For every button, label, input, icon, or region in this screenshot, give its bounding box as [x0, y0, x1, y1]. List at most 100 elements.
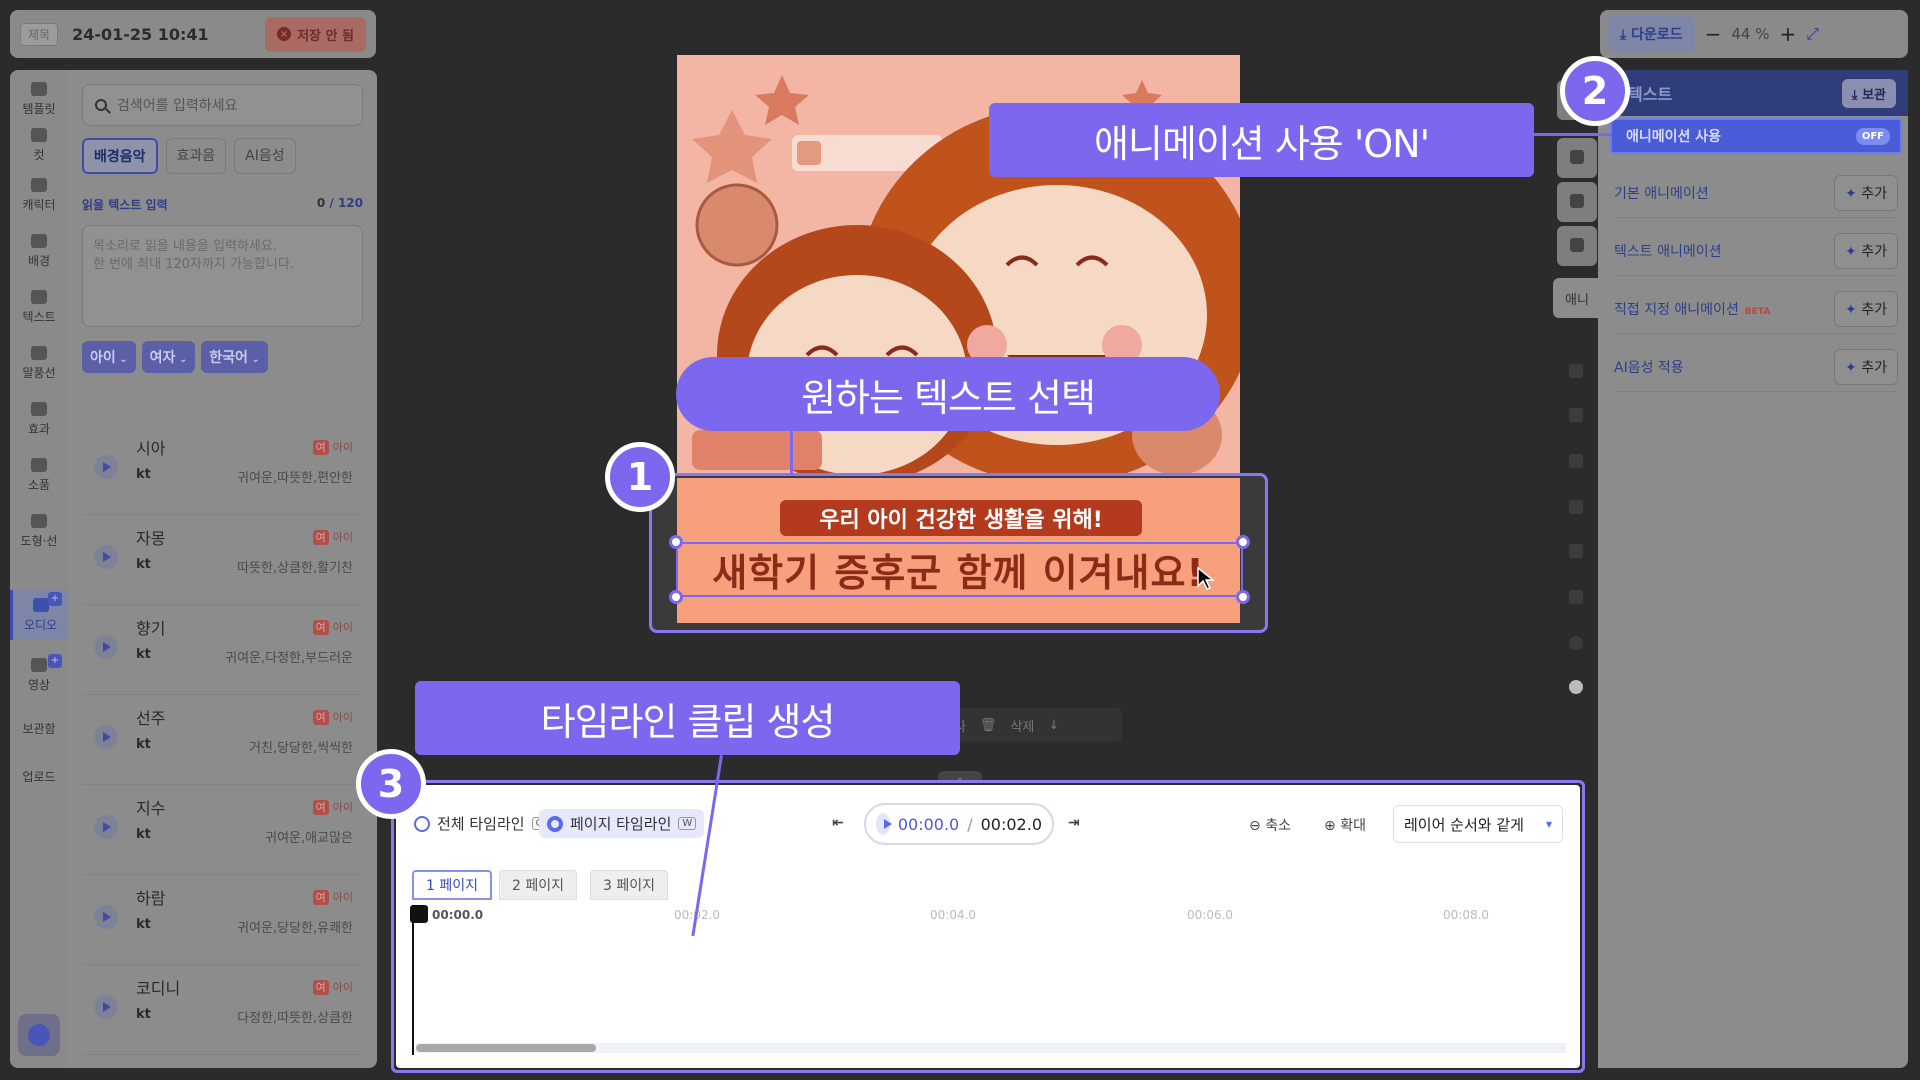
fullscreen-icon[interactable]: ⤢	[1806, 24, 1819, 44]
play-icon[interactable]	[94, 995, 118, 1019]
color-icon[interactable]	[1569, 636, 1583, 650]
download-button[interactable]: ⤓ 다운로드	[1608, 16, 1695, 52]
list-item[interactable]: 지수 여 아이 kt 귀여운,애교많은	[82, 785, 363, 875]
cut-icon	[31, 128, 47, 142]
animation-item-text: 텍스트 애니메이션 추가	[1614, 226, 1898, 276]
list-item[interactable]: 하람 여 아이 kt 귀여운,당당한,유쾌한	[82, 875, 363, 965]
list-item[interactable]: 향기 여 아이 kt 귀여운,다정한,부드러운	[82, 605, 363, 695]
play-icon[interactable]	[94, 905, 118, 929]
list-item[interactable]: 시아 여 아이 kt 귀여운,따뜻한,편안한	[82, 425, 363, 515]
rail-label: 오디오	[23, 618, 58, 632]
tab-page-1[interactable]: 1 페이지	[412, 870, 492, 900]
zoom-out-button[interactable]: −	[1705, 22, 1722, 46]
rail-item-upload[interactable]: 업로드	[10, 768, 68, 785]
rail-item-video[interactable]: 영상 +	[10, 654, 68, 693]
video-icon	[31, 658, 47, 672]
help-button[interactable]	[18, 1014, 60, 1056]
animation-toggle-switch[interactable]: OFF	[1855, 127, 1890, 145]
layer-order-select[interactable]: 레이어 순서와 같게	[1393, 805, 1563, 843]
radio-page-timeline[interactable]: 페이지 타임라인 W	[539, 809, 705, 838]
scrollbar-thumb[interactable]	[416, 1044, 596, 1052]
resize-handle[interactable]	[669, 590, 683, 604]
add-basic-animation-button[interactable]: 추가	[1834, 174, 1898, 211]
undo-icon[interactable]	[1569, 364, 1583, 378]
tab-page-3[interactable]: 3 페이지	[590, 870, 668, 900]
rail-item-audio[interactable]: 오디오 +	[10, 590, 68, 640]
font-icon[interactable]	[1569, 590, 1583, 604]
animation-panel: 텍스트 ⤓ 보관 애니메이션 사용 OFF 기본 애니메이션추가 텍스트 애니메…	[1598, 70, 1908, 1068]
rail-item-cut[interactable]: 컷	[10, 128, 68, 163]
redo-icon[interactable]	[1569, 408, 1583, 422]
rail-tool-button[interactable]	[1557, 138, 1597, 178]
voice-badge: 여 아이	[312, 889, 353, 905]
voice-badge: 여 아이	[312, 979, 353, 995]
animation-toggle-row[interactable]: 애니메이션 사용 OFF	[1610, 118, 1902, 154]
badge-label: 아이	[332, 621, 353, 634]
zoom-out-timeline-button[interactable]: ⊖ 축소	[1249, 815, 1291, 835]
rail-item-prop[interactable]: 소품	[10, 458, 68, 493]
dot-icon[interactable]	[1569, 680, 1583, 694]
voice-name: 하람	[136, 889, 166, 908]
voice-tags: 귀여운,당당한,유쾌한	[237, 921, 353, 936]
arrow-down-icon[interactable]: ↓	[1048, 718, 1059, 733]
prop-icon	[31, 458, 47, 472]
voice-vendor: kt	[136, 1007, 151, 1022]
subtitle-text[interactable]: 우리 아이 건강한 생활을 위해!	[780, 500, 1142, 536]
skip-end-icon[interactable]: ⇥	[1068, 815, 1080, 831]
rail-item-background[interactable]: 배경	[10, 234, 68, 269]
resize-handle[interactable]	[1236, 535, 1250, 549]
voice-tags: 따뜻한,상큼한,활기찬	[237, 561, 353, 576]
play-button[interactable]	[876, 813, 892, 835]
rail-item-effect[interactable]: 효과	[10, 402, 68, 437]
voice-badge: 여 아이	[312, 619, 353, 635]
radio-all-timeline[interactable]: 전체 타임라인Q	[414, 813, 548, 834]
panel-header: 텍스트 ⤓ 보관	[1598, 70, 1908, 116]
keep-button[interactable]: ⤓ 보관	[1841, 78, 1896, 108]
play-icon[interactable]	[94, 815, 118, 839]
badge-label: 아이	[332, 801, 353, 814]
resize-handle[interactable]	[669, 535, 683, 549]
list-item[interactable]: 선주 여 아이 kt 거친,당당한,씩씩한	[82, 695, 363, 785]
play-icon[interactable]	[94, 635, 118, 659]
rail-item-storage[interactable]: 보관함	[10, 720, 68, 737]
skip-start-icon[interactable]: ⇤	[832, 815, 844, 831]
unsaved-status-button[interactable]: × 저장 안 됨	[265, 16, 366, 52]
rail-item-character[interactable]: 캐릭터	[10, 178, 68, 213]
beta-badge: BETA	[1744, 306, 1771, 317]
grid-icon	[1570, 238, 1584, 252]
rail-tab-animation[interactable]: 애니	[1553, 278, 1601, 318]
list-item[interactable]: 자몽 여 아이 kt 따뜻한,상큼한,활기찬	[82, 515, 363, 605]
zoom-in-button[interactable]: +	[1779, 22, 1796, 46]
playhead[interactable]	[410, 905, 428, 1055]
add-text-animation-button[interactable]: 추가	[1834, 232, 1898, 269]
comment-icon[interactable]	[1569, 454, 1583, 468]
animation-item-custom: 직접 지정 애니메이션 BETA 추가	[1614, 284, 1898, 334]
playback-control: 00:00.0 / 00:02.0	[864, 803, 1054, 845]
effect-icon	[31, 402, 47, 416]
add-custom-animation-button[interactable]: 추가	[1834, 290, 1898, 327]
zoom-in-timeline-button[interactable]: ⊕ 확대	[1324, 815, 1366, 835]
play-icon[interactable]	[94, 455, 118, 479]
tab-page-2[interactable]: 2 페이지	[499, 870, 577, 900]
delete-button[interactable]: 삭제	[1010, 716, 1034, 735]
rail-item-template[interactable]: 템플릿	[10, 82, 68, 117]
voice-list: 시아 여 아이 kt 귀여운,따뜻한,편안한 자몽 여 아이 kt 따뜻한,상큼한,활기찬 향기…	[68, 70, 377, 1068]
rail-item-shape[interactable]: 도형·선	[10, 514, 68, 549]
project-title[interactable]: 24-01-25 10:41	[72, 25, 265, 44]
rail-item-speech-bubble[interactable]: 말풍선	[10, 346, 68, 381]
shape-icon	[31, 514, 47, 528]
rail-tool-button[interactable]	[1557, 182, 1597, 222]
rail-tool-button[interactable]	[1557, 226, 1597, 266]
timeline-scrollbar[interactable]	[416, 1043, 1566, 1053]
resize-handle[interactable]	[1236, 590, 1250, 604]
play-icon[interactable]	[94, 725, 118, 749]
add-ai-voice-button[interactable]: 추가	[1834, 348, 1898, 385]
page-icon	[1570, 150, 1584, 164]
text-cursor-icon[interactable]	[1569, 500, 1583, 514]
play-icon[interactable]	[94, 545, 118, 569]
list-item[interactable]: 코디니 여 아이 kt 다정한,따뜻한,상큼한	[82, 965, 363, 1055]
rail-item-text[interactable]: 텍스트	[10, 290, 68, 325]
close-circle-icon: ×	[277, 27, 292, 41]
step-number-1: 1	[605, 442, 675, 512]
align-icon[interactable]	[1569, 544, 1583, 558]
